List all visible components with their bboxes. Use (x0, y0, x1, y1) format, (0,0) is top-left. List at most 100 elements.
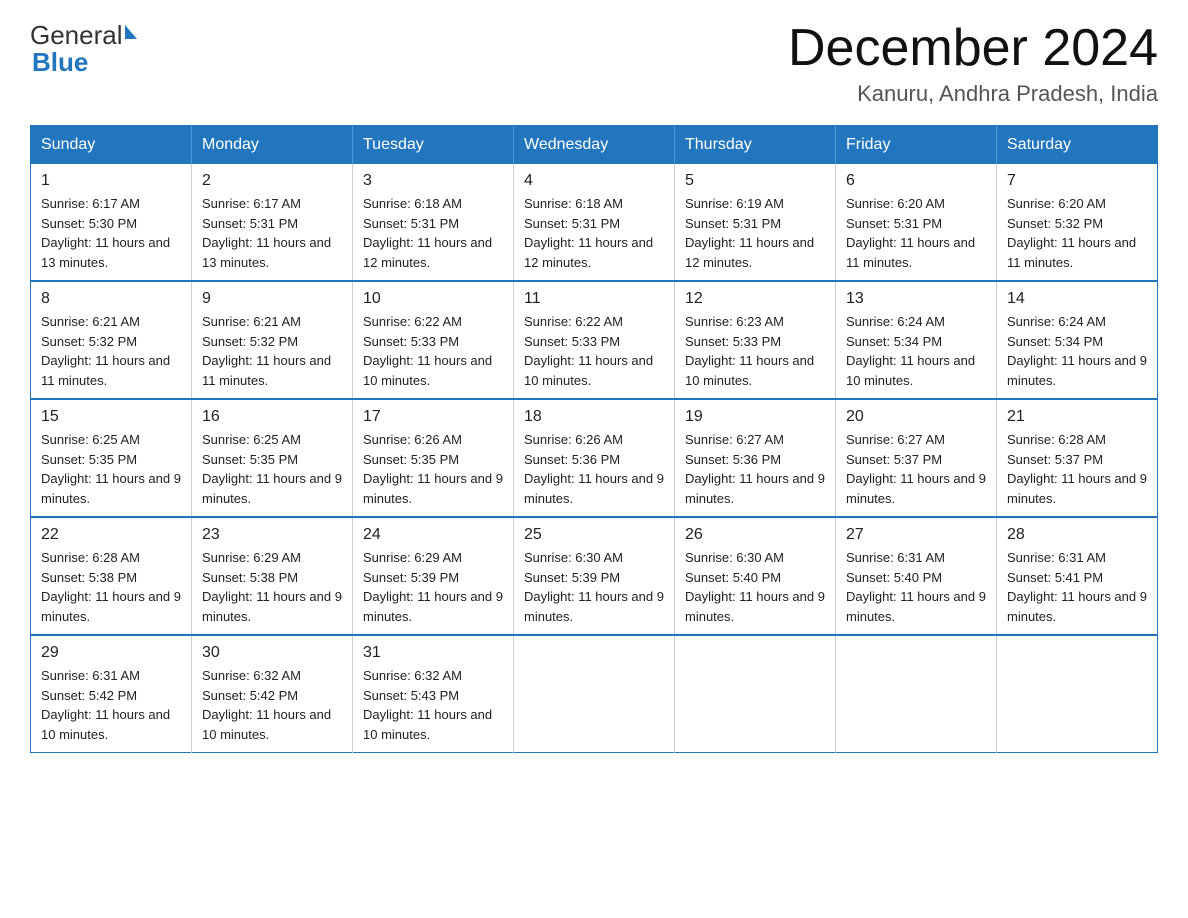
daylight-label: Daylight: 11 hours and 10 minutes. (363, 353, 492, 388)
calendar-day-cell: 14 Sunrise: 6:24 AM Sunset: 5:34 PM Dayl… (997, 281, 1158, 399)
day-number: 29 (41, 644, 181, 662)
day-info: Sunrise: 6:18 AM Sunset: 5:31 PM Dayligh… (363, 194, 503, 272)
day-info: Sunrise: 6:23 AM Sunset: 5:33 PM Dayligh… (685, 312, 825, 390)
calendar-day-cell: 20 Sunrise: 6:27 AM Sunset: 5:37 PM Dayl… (836, 399, 997, 517)
day-info: Sunrise: 6:18 AM Sunset: 5:31 PM Dayligh… (524, 194, 664, 272)
sunset-label: Sunset: 5:39 PM (363, 570, 459, 585)
sunset-label: Sunset: 5:33 PM (524, 334, 620, 349)
calendar-day-cell: 4 Sunrise: 6:18 AM Sunset: 5:31 PM Dayli… (514, 164, 675, 281)
sunset-label: Sunset: 5:32 PM (41, 334, 137, 349)
daylight-label: Daylight: 11 hours and 10 minutes. (202, 707, 331, 742)
daylight-label: Daylight: 11 hours and 9 minutes. (363, 471, 503, 506)
sunrise-label: Sunrise: 6:32 AM (202, 668, 301, 683)
day-number: 3 (363, 172, 503, 190)
sunrise-label: Sunrise: 6:22 AM (524, 314, 623, 329)
sunrise-label: Sunrise: 6:26 AM (524, 432, 623, 447)
day-number: 9 (202, 290, 342, 308)
day-of-week-header: Saturday (997, 126, 1158, 165)
sunrise-label: Sunrise: 6:31 AM (41, 668, 140, 683)
sunset-label: Sunset: 5:39 PM (524, 570, 620, 585)
calendar-day-cell: 13 Sunrise: 6:24 AM Sunset: 5:34 PM Dayl… (836, 281, 997, 399)
day-info: Sunrise: 6:25 AM Sunset: 5:35 PM Dayligh… (41, 430, 181, 508)
calendar-day-cell: 3 Sunrise: 6:18 AM Sunset: 5:31 PM Dayli… (353, 164, 514, 281)
title-block: December 2024 Kanuru, Andhra Pradesh, In… (788, 20, 1158, 107)
sunrise-label: Sunrise: 6:27 AM (846, 432, 945, 447)
sunrise-label: Sunrise: 6:26 AM (363, 432, 462, 447)
day-number: 5 (685, 172, 825, 190)
sunrise-label: Sunrise: 6:23 AM (685, 314, 784, 329)
daylight-label: Daylight: 11 hours and 11 minutes. (202, 353, 331, 388)
day-info: Sunrise: 6:29 AM Sunset: 5:38 PM Dayligh… (202, 548, 342, 626)
calendar-day-cell: 5 Sunrise: 6:19 AM Sunset: 5:31 PM Dayli… (675, 164, 836, 281)
calendar-day-cell (836, 635, 997, 753)
calendar-day-cell: 15 Sunrise: 6:25 AM Sunset: 5:35 PM Dayl… (31, 399, 192, 517)
sunrise-label: Sunrise: 6:28 AM (1007, 432, 1106, 447)
day-number: 21 (1007, 408, 1147, 426)
day-of-week-header: Friday (836, 126, 997, 165)
sunset-label: Sunset: 5:30 PM (41, 216, 137, 231)
day-info: Sunrise: 6:27 AM Sunset: 5:36 PM Dayligh… (685, 430, 825, 508)
sunrise-label: Sunrise: 6:18 AM (363, 196, 462, 211)
day-of-week-header: Monday (192, 126, 353, 165)
day-number: 20 (846, 408, 986, 426)
day-of-week-header: Wednesday (514, 126, 675, 165)
day-info: Sunrise: 6:26 AM Sunset: 5:35 PM Dayligh… (363, 430, 503, 508)
day-number: 23 (202, 526, 342, 544)
daylight-label: Daylight: 11 hours and 11 minutes. (846, 235, 975, 270)
sunset-label: Sunset: 5:33 PM (685, 334, 781, 349)
sunset-label: Sunset: 5:32 PM (1007, 216, 1103, 231)
day-info: Sunrise: 6:19 AM Sunset: 5:31 PM Dayligh… (685, 194, 825, 272)
sunset-label: Sunset: 5:37 PM (846, 452, 942, 467)
day-info: Sunrise: 6:22 AM Sunset: 5:33 PM Dayligh… (524, 312, 664, 390)
page-header: General Blue December 2024 Kanuru, Andhr… (30, 20, 1158, 107)
sunset-label: Sunset: 5:36 PM (524, 452, 620, 467)
day-number: 30 (202, 644, 342, 662)
calendar-day-cell: 23 Sunrise: 6:29 AM Sunset: 5:38 PM Dayl… (192, 517, 353, 635)
day-info: Sunrise: 6:28 AM Sunset: 5:38 PM Dayligh… (41, 548, 181, 626)
calendar-day-cell: 31 Sunrise: 6:32 AM Sunset: 5:43 PM Dayl… (353, 635, 514, 753)
daylight-label: Daylight: 11 hours and 12 minutes. (363, 235, 492, 270)
day-number: 8 (41, 290, 181, 308)
daylight-label: Daylight: 11 hours and 9 minutes. (1007, 353, 1147, 388)
sunrise-label: Sunrise: 6:31 AM (1007, 550, 1106, 565)
sunset-label: Sunset: 5:40 PM (846, 570, 942, 585)
daylight-label: Daylight: 11 hours and 9 minutes. (1007, 589, 1147, 624)
calendar-day-cell: 25 Sunrise: 6:30 AM Sunset: 5:39 PM Dayl… (514, 517, 675, 635)
sunset-label: Sunset: 5:35 PM (202, 452, 298, 467)
day-info: Sunrise: 6:17 AM Sunset: 5:30 PM Dayligh… (41, 194, 181, 272)
calendar-day-cell: 6 Sunrise: 6:20 AM Sunset: 5:31 PM Dayli… (836, 164, 997, 281)
sunset-label: Sunset: 5:33 PM (363, 334, 459, 349)
sunrise-label: Sunrise: 6:29 AM (363, 550, 462, 565)
day-number: 15 (41, 408, 181, 426)
logo-blue-text: Blue (32, 47, 137, 78)
sunset-label: Sunset: 5:38 PM (202, 570, 298, 585)
daylight-label: Daylight: 11 hours and 9 minutes. (41, 589, 181, 624)
day-info: Sunrise: 6:32 AM Sunset: 5:42 PM Dayligh… (202, 666, 342, 744)
day-number: 2 (202, 172, 342, 190)
sunrise-label: Sunrise: 6:24 AM (846, 314, 945, 329)
sunset-label: Sunset: 5:43 PM (363, 688, 459, 703)
day-number: 4 (524, 172, 664, 190)
sunrise-label: Sunrise: 6:30 AM (685, 550, 784, 565)
sunrise-label: Sunrise: 6:18 AM (524, 196, 623, 211)
calendar-day-cell: 24 Sunrise: 6:29 AM Sunset: 5:39 PM Dayl… (353, 517, 514, 635)
sunset-label: Sunset: 5:41 PM (1007, 570, 1103, 585)
sunset-label: Sunset: 5:38 PM (41, 570, 137, 585)
calendar-day-cell: 26 Sunrise: 6:30 AM Sunset: 5:40 PM Dayl… (675, 517, 836, 635)
calendar-day-cell: 22 Sunrise: 6:28 AM Sunset: 5:38 PM Dayl… (31, 517, 192, 635)
sunrise-label: Sunrise: 6:21 AM (202, 314, 301, 329)
daylight-label: Daylight: 11 hours and 9 minutes. (846, 471, 986, 506)
calendar-day-cell: 30 Sunrise: 6:32 AM Sunset: 5:42 PM Dayl… (192, 635, 353, 753)
calendar-week-row: 22 Sunrise: 6:28 AM Sunset: 5:38 PM Dayl… (31, 517, 1158, 635)
calendar-day-cell (514, 635, 675, 753)
calendar-day-cell: 7 Sunrise: 6:20 AM Sunset: 5:32 PM Dayli… (997, 164, 1158, 281)
daylight-label: Daylight: 11 hours and 9 minutes. (1007, 471, 1147, 506)
day-info: Sunrise: 6:28 AM Sunset: 5:37 PM Dayligh… (1007, 430, 1147, 508)
calendar-day-cell: 27 Sunrise: 6:31 AM Sunset: 5:40 PM Dayl… (836, 517, 997, 635)
sunset-label: Sunset: 5:31 PM (685, 216, 781, 231)
day-info: Sunrise: 6:30 AM Sunset: 5:40 PM Dayligh… (685, 548, 825, 626)
location-subtitle: Kanuru, Andhra Pradesh, India (788, 81, 1158, 107)
daylight-label: Daylight: 11 hours and 10 minutes. (41, 707, 170, 742)
sunset-label: Sunset: 5:34 PM (1007, 334, 1103, 349)
daylight-label: Daylight: 11 hours and 13 minutes. (202, 235, 331, 270)
